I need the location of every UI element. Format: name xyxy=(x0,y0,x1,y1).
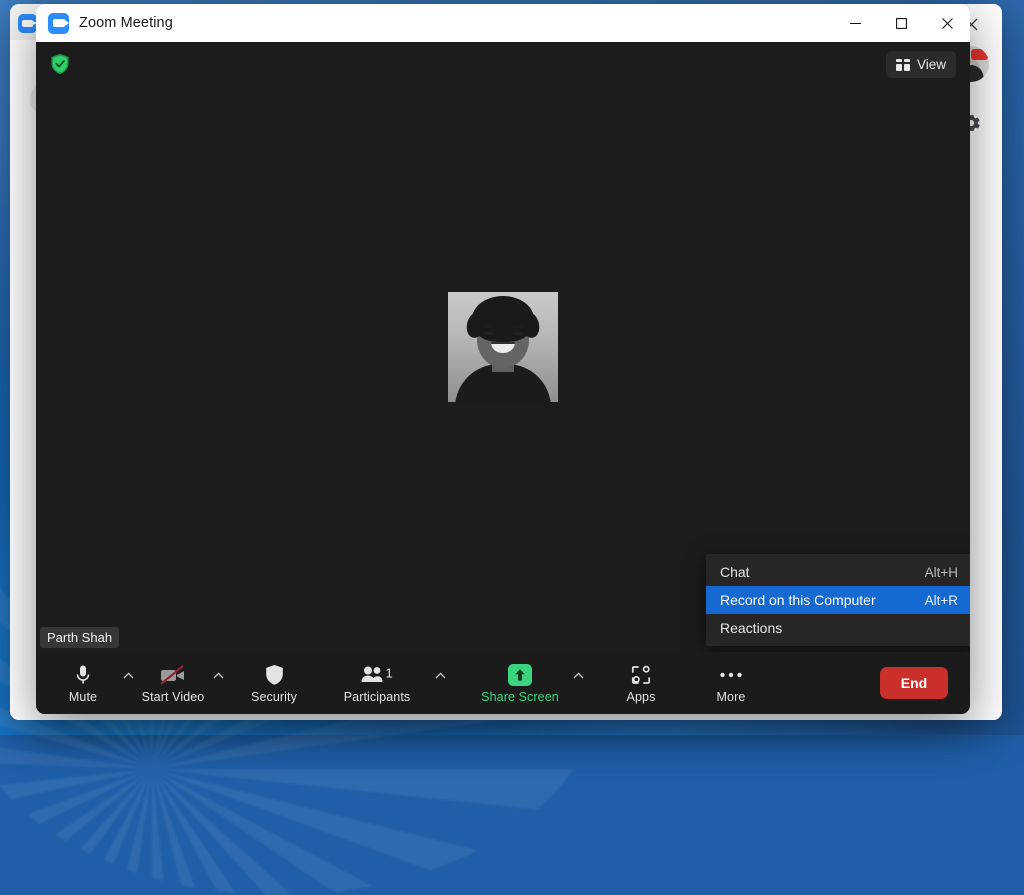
more-label: More xyxy=(716,689,746,704)
menu-item-label: Chat xyxy=(720,564,750,580)
video-options-chevron-icon[interactable] xyxy=(210,652,226,714)
share-screen-label: Share Screen xyxy=(481,689,559,704)
apps-group: Apps xyxy=(604,652,678,714)
video-group: Start Video xyxy=(136,652,226,714)
end-meeting-button[interactable]: End xyxy=(880,667,948,699)
security-label: Security xyxy=(251,689,297,704)
menu-item-label: Reactions xyxy=(720,620,783,636)
participant-name-label: Parth Shah xyxy=(40,627,120,648)
end-label: End xyxy=(900,675,928,691)
more-group: More xyxy=(694,652,768,714)
window-title: Zoom Meeting xyxy=(79,15,173,31)
share-screen-button[interactable]: Share Screen xyxy=(470,652,570,714)
security-group: Security xyxy=(226,652,322,714)
zoom-camera-icon xyxy=(48,12,69,34)
mute-options-chevron-icon[interactable] xyxy=(120,652,136,714)
apps-icon xyxy=(630,663,652,687)
participant-photo xyxy=(448,292,558,402)
grid-icon xyxy=(895,58,910,71)
mute-button[interactable]: Mute xyxy=(46,652,120,714)
titlebar: Zoom Meeting xyxy=(36,4,970,42)
participants-button[interactable]: 1 Participants xyxy=(322,652,432,714)
start-video-button[interactable]: Start Video xyxy=(136,652,210,714)
camera-badge-icon xyxy=(971,49,989,60)
minimize-icon[interactable] xyxy=(832,4,878,42)
ellipsis-icon xyxy=(719,663,743,687)
menu-item-record-on-this-computer[interactable]: Record on this Computer Alt+R xyxy=(706,586,970,614)
participants-group: 1 Participants xyxy=(322,652,448,714)
svg-text:1: 1 xyxy=(386,665,393,680)
shield-check-icon[interactable] xyxy=(50,53,70,75)
share-group: Share Screen xyxy=(470,652,586,714)
share-options-chevron-icon[interactable] xyxy=(570,652,586,714)
zoom-meeting-window[interactable]: Zoom Meeting View Parth Shah Chat Alt+H … xyxy=(36,4,970,714)
security-button[interactable]: Security xyxy=(226,652,322,714)
close-icon[interactable] xyxy=(924,4,970,42)
share-up-arrow-icon xyxy=(508,663,532,687)
zoom-camera-icon xyxy=(18,14,37,33)
people-icon: 1 xyxy=(360,663,394,687)
menu-item-shortcut: Alt+H xyxy=(924,564,958,580)
apps-label: Apps xyxy=(626,689,656,704)
meeting-toolbar: Mute Start Video Security 1 Participants… xyxy=(36,652,970,714)
mute-group: Mute xyxy=(46,652,136,714)
participants-label: Participants xyxy=(343,689,411,704)
participants-options-chevron-icon[interactable] xyxy=(432,652,448,714)
meeting-stage: View Parth Shah Chat Alt+H Record on thi… xyxy=(36,42,970,652)
view-button-label: View xyxy=(916,57,946,72)
shield-icon xyxy=(265,663,284,687)
more-context-menu[interactable]: Chat Alt+H Record on this Computer Alt+R… xyxy=(706,554,970,646)
apps-button[interactable]: Apps xyxy=(604,652,678,714)
more-button[interactable]: More xyxy=(694,652,768,714)
self-video-tile[interactable] xyxy=(448,292,558,402)
menu-item-reactions[interactable]: Reactions xyxy=(706,614,970,642)
camera-off-icon xyxy=(158,663,188,687)
view-button[interactable]: View xyxy=(885,51,956,78)
maximize-icon[interactable] xyxy=(878,4,924,42)
menu-item-shortcut: Alt+R xyxy=(924,592,958,608)
microphone-icon xyxy=(74,663,92,687)
window-controls xyxy=(832,4,970,42)
mute-label: Mute xyxy=(68,689,98,704)
menu-item-chat[interactable]: Chat Alt+H xyxy=(706,558,970,586)
menu-item-label: Record on this Computer xyxy=(720,592,876,608)
start-video-label: Start Video xyxy=(141,689,205,704)
